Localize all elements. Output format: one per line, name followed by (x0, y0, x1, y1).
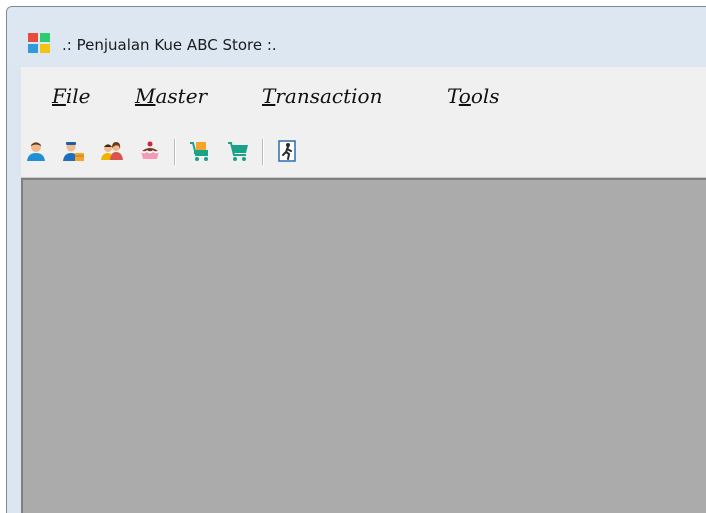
exit-icon[interactable] (276, 139, 300, 163)
menu-master-mnemonic: M (135, 84, 156, 108)
window-frame-left (7, 65, 21, 513)
menu-transaction[interactable]: Transaction (262, 84, 382, 108)
menu-file[interactable]: File (52, 84, 91, 108)
sales-cart-icon[interactable] (226, 139, 250, 163)
menu-file-mnemonic: F (52, 84, 66, 108)
menu-transaction-mnemonic: T (262, 84, 276, 108)
cake-icon[interactable] (138, 139, 162, 163)
title-bar[interactable]: .: Penjualan Kue ABC Store :. (7, 7, 706, 65)
purchase-cart-icon[interactable] (188, 139, 212, 163)
toolbar (21, 129, 706, 178)
main-window: .: Penjualan Kue ABC Store :. File Maste… (6, 6, 706, 513)
menu-tools-label: ols (470, 84, 500, 108)
window-title: .: Penjualan Kue ABC Store :. (62, 36, 277, 54)
menu-master[interactable]: Master (135, 84, 207, 108)
menu-tools-prefix: T (447, 84, 459, 108)
windows-tiles-icon (28, 33, 50, 53)
toolbar-separator (262, 139, 264, 165)
customers-icon[interactable] (100, 139, 124, 163)
menu-tools[interactable]: Tools (447, 84, 500, 108)
toolbar-separator (174, 139, 176, 165)
menu-tools-mnemonic: o (458, 84, 471, 108)
menu-master-label: aster (155, 84, 208, 108)
menu-file-label: ile (65, 84, 91, 108)
supplier-icon[interactable] (62, 139, 86, 163)
menu-bar: File Master Transaction Tools (21, 67, 706, 129)
mdi-client-area[interactable] (21, 178, 706, 513)
user-icon[interactable] (24, 139, 48, 163)
menu-transaction-label: ransaction (275, 84, 383, 108)
